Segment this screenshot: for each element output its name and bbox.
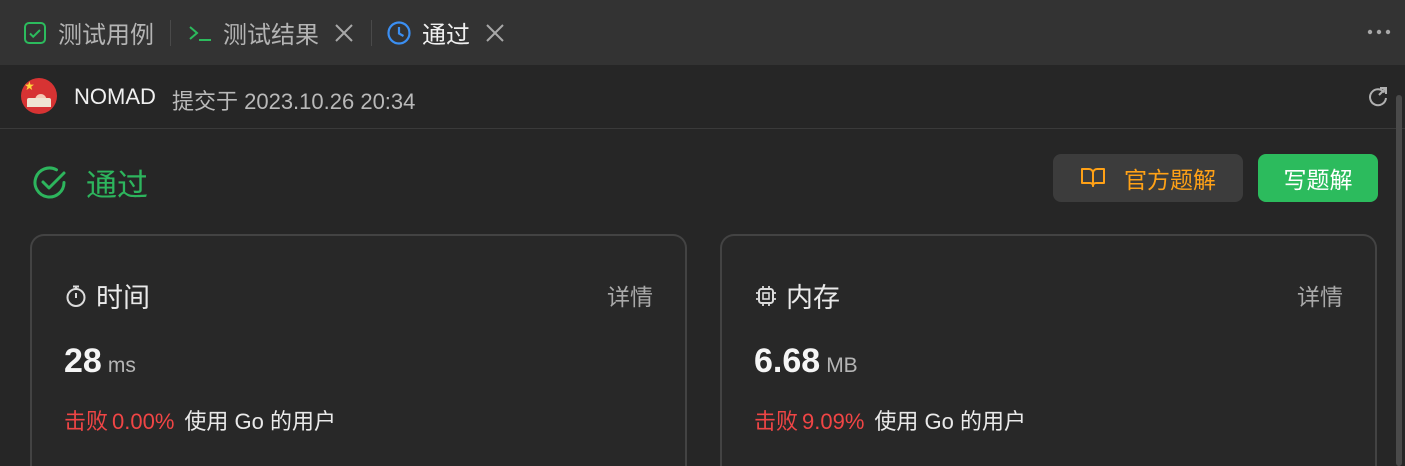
tab-accepted[interactable]: 通过: [372, 0, 518, 65]
runtime-detail-link[interactable]: 详情: [607, 278, 653, 312]
runtime-beats: 击败 0.00% 使用 Go 的用户: [64, 404, 336, 436]
terminal-icon: [187, 20, 213, 46]
book-icon: [1080, 165, 1106, 191]
runtime-value-row: 28 ms: [64, 342, 136, 381]
runtime-value: 28: [64, 342, 102, 380]
close-icon[interactable]: [484, 22, 506, 44]
beats-percent: 9.09%: [802, 409, 865, 434]
beats-suffix: 使用 Go 的用户: [184, 409, 336, 434]
memory-detail-link[interactable]: 详情: [1297, 278, 1343, 312]
submitted-time: 提交于 2023.10.26 20:34: [172, 89, 416, 114]
official-solution-button[interactable]: 官方题解: [1053, 154, 1243, 202]
star-icon: ★: [24, 79, 35, 93]
memory-value: 6.68: [754, 342, 821, 380]
tab-test-results[interactable]: 测试结果: [171, 0, 367, 65]
close-icon[interactable]: [333, 22, 355, 44]
write-solution-label: 写题解: [1283, 167, 1353, 193]
tab-label: 测试用例: [58, 22, 154, 49]
clock-icon: [386, 20, 412, 46]
tab-label: 通过: [422, 22, 470, 49]
memory-card: 内存 详情 6.68 MB 击败 9.09% 使用 Go 的用户: [720, 234, 1377, 466]
submission-status: 通过: [32, 160, 148, 205]
check-circle-icon: [32, 165, 68, 201]
beats-suffix: 使用 Go 的用户: [874, 409, 1026, 434]
runtime-title-label: 时间: [96, 283, 150, 313]
chip-icon: [754, 284, 778, 308]
memory-beats: 击败 9.09% 使用 Go 的用户: [754, 404, 1026, 436]
memory-title: 内存: [754, 276, 840, 315]
memory-value-row: 6.68 MB: [754, 342, 858, 381]
refresh-icon[interactable]: [1367, 85, 1389, 107]
tab-testcases[interactable]: 测试用例: [0, 0, 166, 65]
beats-label: 击败: [64, 409, 109, 434]
checkbox-icon: [22, 20, 48, 46]
beats-percent: 0.00%: [112, 409, 175, 434]
beats-label: 击败: [754, 409, 799, 434]
official-solution-label: 官方题解: [1124, 167, 1216, 193]
more-icon[interactable]: [1367, 20, 1391, 44]
write-solution-button[interactable]: 写题解: [1258, 154, 1378, 202]
avatar-building: [27, 98, 51, 107]
status-text: 通过: [86, 168, 148, 203]
tab-label: 测试结果: [223, 22, 319, 49]
submission-header: ★ NOMAD 提交于 2023.10.26 20:34: [0, 65, 1405, 129]
stopwatch-icon: [64, 284, 88, 308]
avatar[interactable]: ★: [21, 78, 57, 114]
scrollbar[interactable]: [1396, 95, 1402, 466]
username[interactable]: NOMAD: [74, 84, 156, 110]
runtime-card: 时间 详情 28 ms 击败 0.00% 使用 Go 的用户: [30, 234, 687, 466]
runtime-title: 时间: [64, 276, 150, 315]
tab-bar: 测试用例 测试结果 通过: [0, 0, 1405, 65]
runtime-unit: ms: [107, 354, 136, 377]
memory-title-label: 内存: [786, 283, 840, 313]
memory-unit: MB: [826, 354, 858, 377]
